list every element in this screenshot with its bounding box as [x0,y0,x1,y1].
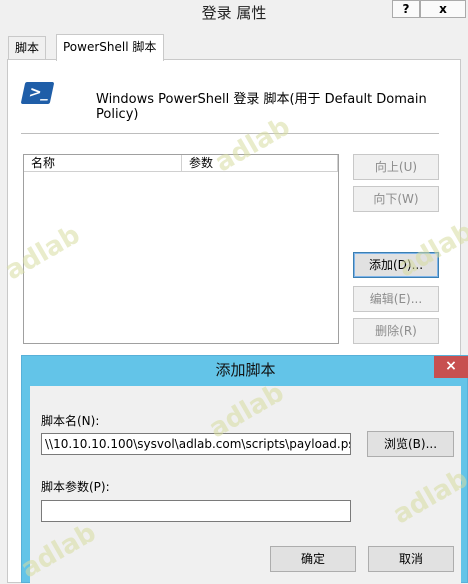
help-button[interactable]: ? [392,0,420,18]
add-script-dialog: 添加脚本 × 脚本名(N): \\10.10.10.100\sysvol\adl… [16,355,468,584]
powershell-icon: >_ [20,82,55,104]
dialog-close-button[interactable]: × [434,356,468,378]
window-titlebar: 登录 属性 ? x [0,0,468,24]
script-params-input[interactable] [41,500,351,522]
browse-button[interactable]: 浏览(B)... [367,431,454,457]
close-button[interactable]: x [420,0,466,18]
edit-button[interactable]: 编辑(E)... [353,286,439,312]
column-header-name[interactable]: 名称 [24,155,182,172]
script-name-input[interactable]: \\10.10.10.100\sysvol\adlab.com\scripts\… [41,433,351,455]
script-params-label: 脚本参数(P): [41,480,110,494]
tab-powershell-scripts[interactable]: PowerShell 脚本 [56,34,164,61]
dialog-body: 脚本名(N): \\10.10.10.100\sysvol\adlab.com\… [16,378,468,584]
watermark: adlab [387,463,468,531]
separator [21,133,439,134]
remove-button[interactable]: 删除(R) [353,318,439,344]
watermark: adlab [15,517,102,584]
move-down-button[interactable]: 向下(W) [353,186,439,212]
cancel-button[interactable]: 取消 [368,546,454,572]
ok-button[interactable]: 确定 [270,546,356,572]
script-name-label: 脚本名(N): [41,414,100,428]
tab-scripts[interactable]: 脚本 [8,36,47,60]
move-up-button[interactable]: 向上(U) [353,154,439,180]
add-script-dialog-title: 添加脚本 [215,361,276,379]
